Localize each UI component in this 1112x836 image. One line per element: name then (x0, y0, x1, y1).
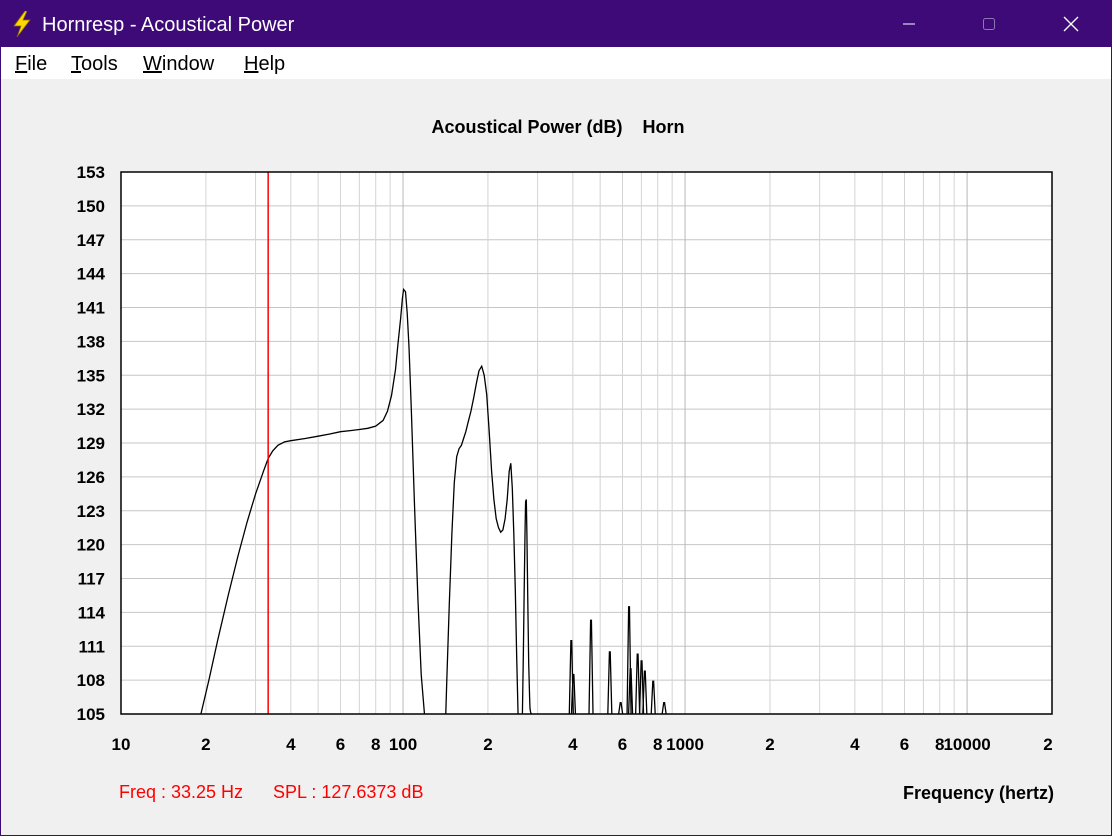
minimize-icon (903, 23, 915, 25)
menu-window-label: indow (161, 53, 215, 75)
menu-tools[interactable]: Tools (71, 53, 118, 75)
y-tick-label-1: 150 (77, 197, 105, 216)
y-tick-label-7: 132 (77, 400, 105, 419)
close-icon (1063, 16, 1079, 32)
hornresp-window: Hornresp - Acoustical Power File Tools W… (0, 0, 1112, 836)
y-tick-label-6: 135 (77, 366, 105, 385)
x-tick-label-5: 100 (389, 735, 417, 754)
menu-file-mnemonic: F (15, 53, 28, 75)
menu-file-label: ile (27, 53, 48, 75)
x-tick-label-15: 10000 (943, 735, 990, 754)
x-tick-label-8: 6 (618, 735, 627, 754)
y-tick-label-0: 153 (77, 163, 105, 182)
y-tick-label-14: 111 (79, 637, 106, 656)
menu-window[interactable]: Window (143, 53, 214, 75)
x-tick-label-9: 8 (653, 735, 662, 754)
menu-tools-mnemonic: T (71, 53, 81, 75)
x-tick-label-12: 4 (850, 735, 860, 754)
menu-bar: File Tools Window Help (1, 47, 1111, 79)
close-button[interactable] (1031, 1, 1111, 47)
menu-help-mnemonic: H (244, 53, 259, 75)
y-tick-label-10: 123 (77, 502, 105, 521)
y-tick-label-15: 108 (77, 671, 105, 690)
menu-tools-label: ools (81, 53, 118, 75)
y-tick-label-11: 120 (77, 536, 105, 555)
acoustical-power-chart[interactable]: 153 150 147 144 141 138 135 132 129 126 123 120 117 1… (1, 79, 1111, 835)
y-tick-label-5: 138 (77, 332, 105, 351)
menu-help[interactable]: Help (244, 53, 285, 75)
y-tick-label-8: 129 (77, 434, 105, 453)
x-tick-label-16: 2 (1043, 735, 1052, 754)
chart-title: Acoustical Power (dB) Horn (431, 117, 684, 137)
title-bar[interactable]: Hornresp - Acoustical Power (1, 1, 1111, 47)
chart-area[interactable]: 153 150 147 144 141 138 135 132 129 126 123 120 117 1… (1, 79, 1111, 835)
x-tick-label-11: 2 (765, 735, 774, 754)
x-tick-label-1: 2 (201, 735, 210, 754)
x-tick-label-2: 4 (286, 735, 296, 754)
x-axis-label: Frequency (hertz) (903, 783, 1054, 803)
maximize-icon (983, 18, 995, 30)
y-tick-label-16: 105 (77, 705, 105, 724)
y-tick-labels: 153 150 147 144 141 138 135 132 129 126 123 120 117 1… (77, 163, 106, 724)
x-tick-label-6: 2 (483, 735, 492, 754)
x-tick-label-3: 6 (336, 735, 345, 754)
cursor-frequency-readout: Freq : 33.25 Hz (119, 782, 244, 802)
minimize-button[interactable] (869, 1, 949, 47)
menu-file[interactable]: File (15, 53, 47, 75)
x-tick-label-7: 4 (568, 735, 578, 754)
x-tick-label-10: 1000 (666, 735, 704, 754)
y-tick-label-12: 117 (78, 570, 105, 589)
menu-window-mnemonic: W (143, 53, 162, 75)
y-tick-label-4: 141 (77, 299, 105, 318)
maximize-button[interactable] (949, 1, 1029, 47)
y-tick-label-13: 114 (78, 603, 106, 622)
window-title: Hornresp - Acoustical Power (42, 14, 295, 36)
menu-help-label: elp (258, 53, 286, 75)
y-tick-label-3: 144 (77, 265, 106, 284)
x-tick-labels: 10 2 4 6 8 100 2 4 6 8 1000 2 4 6 810000 2 (112, 735, 1053, 754)
x-tick-label-0: 10 (112, 735, 131, 754)
lightning-bolt-icon (13, 11, 31, 37)
cursor-spl-readout: SPL : 127.6373 dB (273, 782, 424, 802)
y-tick-label-2: 147 (77, 231, 105, 250)
y-tick-label-9: 126 (77, 468, 105, 487)
x-tick-label-4: 8 (371, 735, 380, 754)
x-tick-label-13: 6 (900, 735, 909, 754)
